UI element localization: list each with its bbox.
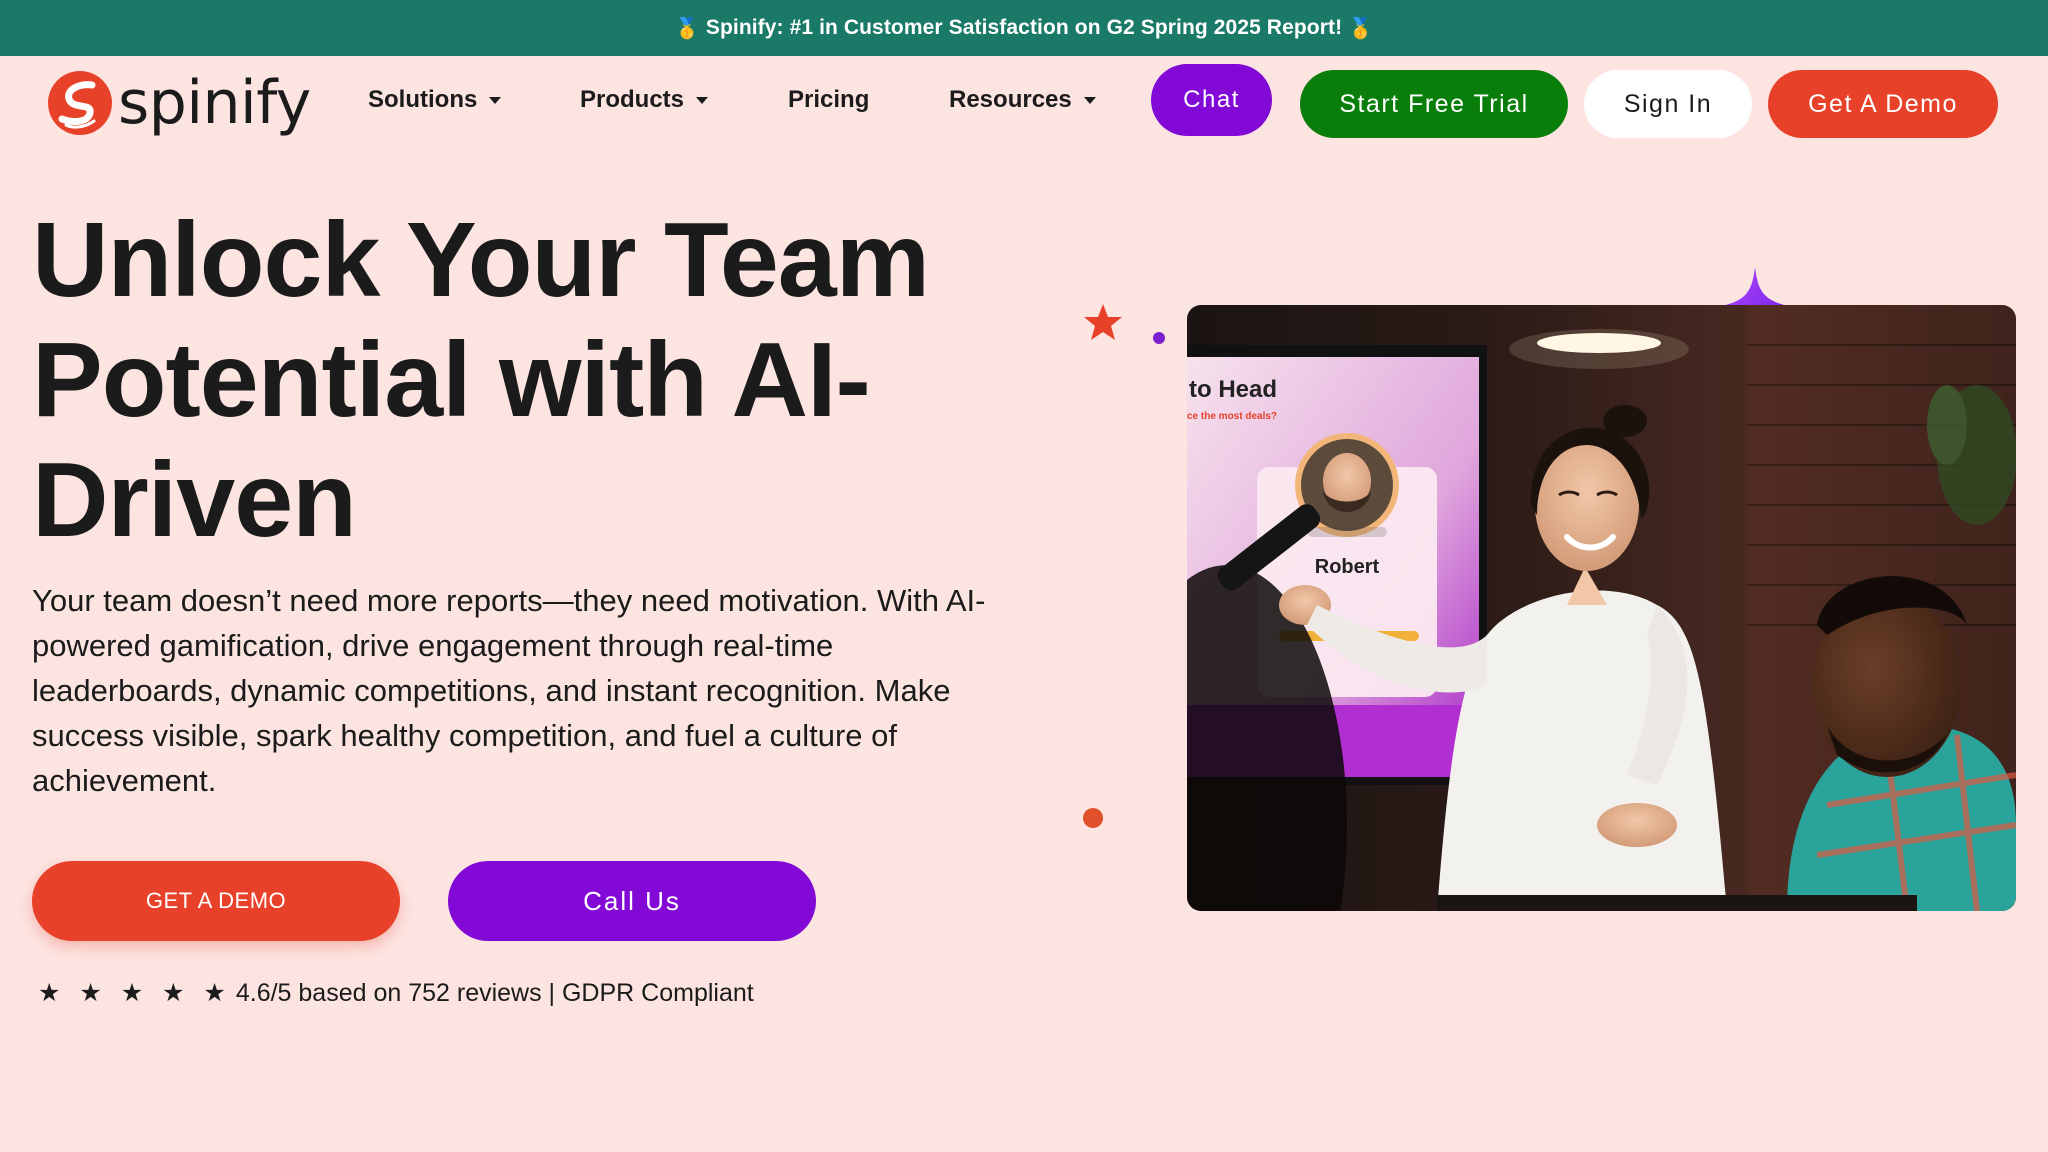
nav-resources[interactable]: Resources <box>949 84 1096 116</box>
star-decoration-icon <box>1084 304 1122 340</box>
screen-name: Robert <box>1315 556 1380 578</box>
nav-label: Products <box>580 86 685 113</box>
chevron-down-icon <box>1083 96 1096 104</box>
logo-text: spinify <box>118 68 311 138</box>
sign-in-button[interactable]: Sign In <box>1584 70 1752 138</box>
dot-decoration <box>1153 332 1165 344</box>
nav-solutions[interactable]: Solutions <box>368 84 502 116</box>
chat-button[interactable]: Chat <box>1151 64 1272 136</box>
hero-get-a-demo-button[interactable]: GET A DEMO <box>32 861 400 941</box>
announcement-text: Spinify: #1 in Customer Satisfaction on … <box>705 16 1343 39</box>
screen-heading: to Head <box>1189 376 1277 403</box>
spinify-logo[interactable]: spinify <box>48 68 311 138</box>
call-us-button[interactable]: Call Us <box>448 861 816 941</box>
nav-pricing[interactable]: Pricing <box>788 84 869 116</box>
nav-label: Resources <box>949 86 1072 113</box>
announcement-bar: 🥇 Spinify: #1 in Customer Satisfaction o… <box>0 0 2048 56</box>
get-a-demo-button[interactable]: Get A Demo <box>1768 70 1998 138</box>
nav-label: Pricing <box>788 86 870 113</box>
start-free-trial-button[interactable]: Start Free Trial <box>1300 70 1568 138</box>
medal-icon: 🥇 <box>1348 17 1374 40</box>
star-rating-icon: ★ ★ ★ ★ ★ <box>38 979 232 1007</box>
chevron-down-icon <box>489 96 502 104</box>
screen-subheading: ce the most deals? <box>1187 411 1277 422</box>
nav-label: Solutions <box>368 86 478 113</box>
rating-text: 4.6/5 based on 752 reviews | GDPR Compli… <box>235 978 754 1007</box>
rating-line: ★ ★ ★ ★ ★ 4.6/5 based on 752 reviews | G… <box>38 976 754 1010</box>
nav-products[interactable]: Products <box>580 84 709 116</box>
dot-decoration <box>1083 808 1103 828</box>
hero-description: Your team doesn’t need more reports—they… <box>32 583 986 798</box>
spinify-swirl-icon <box>48 71 112 135</box>
medal-icon: 🥇 <box>674 17 700 40</box>
chevron-down-icon <box>696 96 709 104</box>
hero-title: Unlock Your Team Potential with AI-Drive… <box>32 201 930 559</box>
hero-photo: Robert 89 to Head ce the most deals? <box>1187 305 2016 911</box>
